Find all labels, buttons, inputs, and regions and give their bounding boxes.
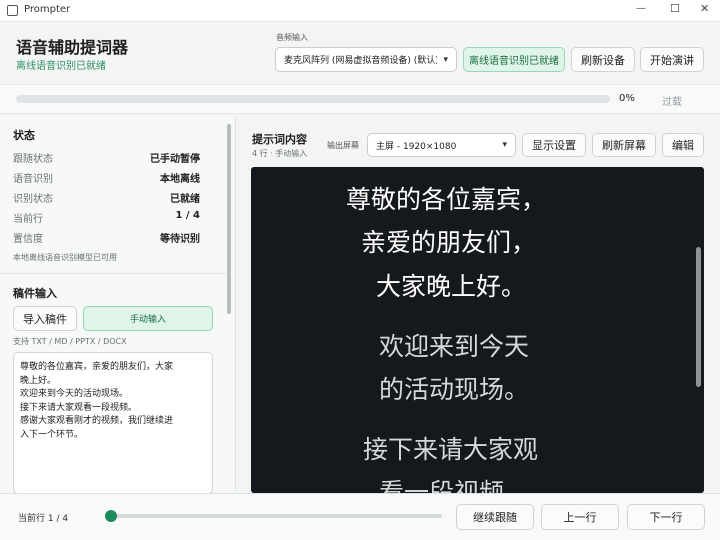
script-textarea[interactable]: 尊敬的各位嘉宾，亲爱的朋友们，大家 晚上好。 欢迎来到今天的活动现场。 接下来请… bbox=[13, 352, 213, 494]
left-scrollbar[interactable] bbox=[227, 124, 231, 314]
script-input-title: 稿件输入 bbox=[13, 287, 57, 300]
prompt-line-upcoming: 看一段视频 bbox=[379, 478, 505, 493]
output-screen-value: 主屏 - 1920×1080 bbox=[376, 141, 457, 152]
script-text-line: 尊敬的各位嘉宾，亲爱的朋友们，大家 bbox=[20, 362, 174, 372]
chevron-down-icon: ▾ bbox=[502, 140, 507, 150]
status-value-recognition: 本地离线 bbox=[160, 174, 200, 185]
minimize-icon[interactable]: — bbox=[636, 3, 646, 14]
manual-input-button[interactable]: 手动输入 bbox=[83, 306, 213, 331]
status-label-confidence: 置信度 bbox=[13, 234, 43, 245]
prompt-line-current: 尊敬的各位嘉宾， bbox=[346, 185, 547, 214]
prompt-title: 提示词内容 bbox=[252, 133, 307, 146]
status-value-confidence: 等待识别 bbox=[160, 234, 200, 245]
app-title: 语音辅助提词器 bbox=[16, 38, 129, 57]
line-slider[interactable] bbox=[105, 510, 442, 522]
divider bbox=[0, 273, 226, 274]
close-icon[interactable]: ✕ bbox=[700, 2, 709, 15]
script-text-line: 接下来请大家观看一段视频。 bbox=[20, 402, 138, 413]
teleprompter-display: 尊敬的各位嘉宾， 亲爱的朋友们， 大家晚上好。 欢迎来到今天 的活动现场。 接下… bbox=[251, 167, 704, 493]
prompt-line-upcoming: 的活动现场。 bbox=[379, 375, 530, 404]
status-value-follow: 已手动暂停 bbox=[150, 154, 200, 165]
app-icon bbox=[7, 5, 18, 16]
app-subtitle: 离线语音识别已就绪 bbox=[16, 61, 106, 72]
progress-label: 0% bbox=[619, 93, 635, 104]
skip-label[interactable]: 过载 bbox=[662, 93, 682, 108]
refresh-devices-button[interactable]: 刷新设备 bbox=[571, 47, 635, 72]
script-text-line: 入下一个环节。 bbox=[20, 429, 84, 440]
window-title: Prompter bbox=[24, 4, 71, 15]
prompt-scrollbar[interactable] bbox=[696, 247, 701, 387]
refresh-screen-button[interactable]: 刷新屏幕 bbox=[592, 133, 656, 157]
display-settings-button[interactable]: 显示设置 bbox=[522, 133, 586, 157]
progress-track bbox=[16, 95, 610, 103]
script-text-line: 感谢大家观看刚才的视频，我们继续进 bbox=[20, 416, 174, 426]
status-section-title: 状态 bbox=[13, 129, 35, 142]
import-script-button[interactable]: 导入稿件 bbox=[13, 306, 77, 331]
prompt-meta: 4 行 · 手动输入 bbox=[252, 149, 308, 158]
next-line-button[interactable]: 下一行 bbox=[627, 504, 705, 530]
prompt-line-upcoming: 接下来请大家观 bbox=[363, 435, 539, 464]
status-label-follow: 跟随状态 bbox=[13, 154, 53, 165]
status-value-line: 1 / 4 bbox=[175, 210, 200, 221]
recognition-status-badge: 离线语音识别已就绪 bbox=[463, 47, 565, 72]
slider-knob[interactable] bbox=[105, 510, 117, 522]
status-label-recognition: 语音识别 bbox=[13, 174, 53, 185]
chevron-down-icon: ▾ bbox=[443, 54, 448, 65]
prompt-line-current: 大家晚上好。 bbox=[376, 272, 527, 301]
current-line-label: 当前行 1 / 4 bbox=[18, 514, 69, 524]
audio-device-select[interactable]: 麦克风阵列 (网易虚拟音频设备) (默认) ▾ bbox=[275, 47, 457, 72]
maximize-icon[interactable]: ☐ bbox=[670, 2, 680, 15]
previous-line-button[interactable]: 上一行 bbox=[541, 504, 619, 530]
supported-formats: 支持 TXT / MD / PPTX / DOCX bbox=[13, 337, 127, 346]
title-bar: Prompter — ☐ ✕ bbox=[0, 0, 720, 22]
start-speech-button[interactable]: 开始演讲 bbox=[640, 47, 704, 72]
edit-button[interactable]: 编辑 bbox=[662, 133, 704, 157]
script-text-line: 晚上好。 bbox=[20, 375, 57, 386]
resume-follow-button[interactable]: 继续跟随 bbox=[456, 504, 534, 530]
status-note: 本地离线语音识别模型已可用 bbox=[13, 253, 117, 262]
audio-device-value: 麦克风阵列 (网易虚拟音频设备) (默认) bbox=[284, 56, 438, 66]
output-screen-label: 输出屏幕 bbox=[327, 141, 359, 150]
status-label-line: 当前行 bbox=[13, 214, 43, 225]
prompt-line-current: 亲爱的朋友们， bbox=[361, 228, 537, 257]
output-screen-select[interactable]: 主屏 - 1920×1080 ▾ bbox=[367, 133, 516, 157]
status-label-state: 识别状态 bbox=[13, 194, 53, 205]
audio-input-label: 音频输入 bbox=[276, 33, 308, 42]
prompt-line-upcoming: 欢迎来到今天 bbox=[379, 332, 530, 361]
script-text-line: 欢迎来到今天的活动现场。 bbox=[20, 389, 129, 399]
status-value-state: 已就绪 bbox=[170, 194, 200, 205]
